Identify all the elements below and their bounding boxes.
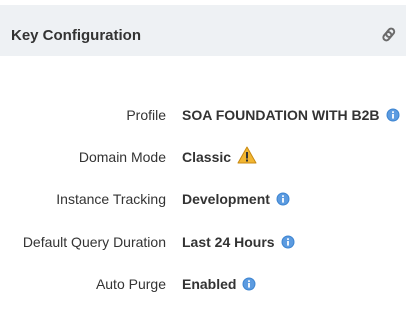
panel-header: Key Configuration — [0, 5, 406, 56]
profile-value-group: SOA FOUNDATION WITH B2B — [182, 106, 400, 124]
auto-purge-value: Enabled — [182, 276, 237, 292]
info-icon[interactable] — [276, 192, 290, 206]
instance-tracking-label: Instance Tracking — [56, 191, 166, 207]
row-domain-mode: Domain Mode Classic — [0, 146, 406, 168]
row-instance-tracking: Instance Tracking Development — [0, 188, 406, 210]
default-query-duration-value: Last 24 Hours — [182, 234, 275, 250]
info-icon[interactable] — [242, 277, 256, 291]
domain-mode-value: Classic — [182, 149, 232, 165]
instance-tracking-value-group: Development — [182, 190, 290, 208]
auto-purge-label: Auto Purge — [95, 276, 166, 292]
default-query-duration-value-group: Last 24 Hours — [182, 233, 295, 251]
profile-label: Profile — [126, 107, 166, 123]
profile-value: SOA FOUNDATION WITH B2B — [182, 107, 380, 123]
link-icon[interactable] — [379, 24, 399, 46]
info-icon[interactable] — [281, 235, 295, 249]
row-auto-purge: Auto Purge Enabled — [0, 273, 406, 295]
domain-mode-label: Domain Mode — [78, 149, 166, 165]
panel-title: Key Configuration — [11, 27, 141, 44]
row-profile: Profile SOA FOUNDATION WITH B2B — [0, 104, 406, 126]
domain-mode-value-group: Classic — [182, 146, 257, 166]
default-query-duration-label: Default Query Duration — [22, 234, 166, 250]
instance-tracking-value: Development — [182, 191, 270, 207]
info-icon[interactable] — [386, 108, 400, 122]
row-default-query-duration: Default Query Duration Last 24 Hours — [0, 231, 406, 253]
key-configuration-panel: Key Configuration Profile SOA FOUNDATION… — [0, 0, 406, 309]
auto-purge-value-group: Enabled — [182, 275, 256, 293]
warning-icon[interactable] — [237, 146, 257, 164]
